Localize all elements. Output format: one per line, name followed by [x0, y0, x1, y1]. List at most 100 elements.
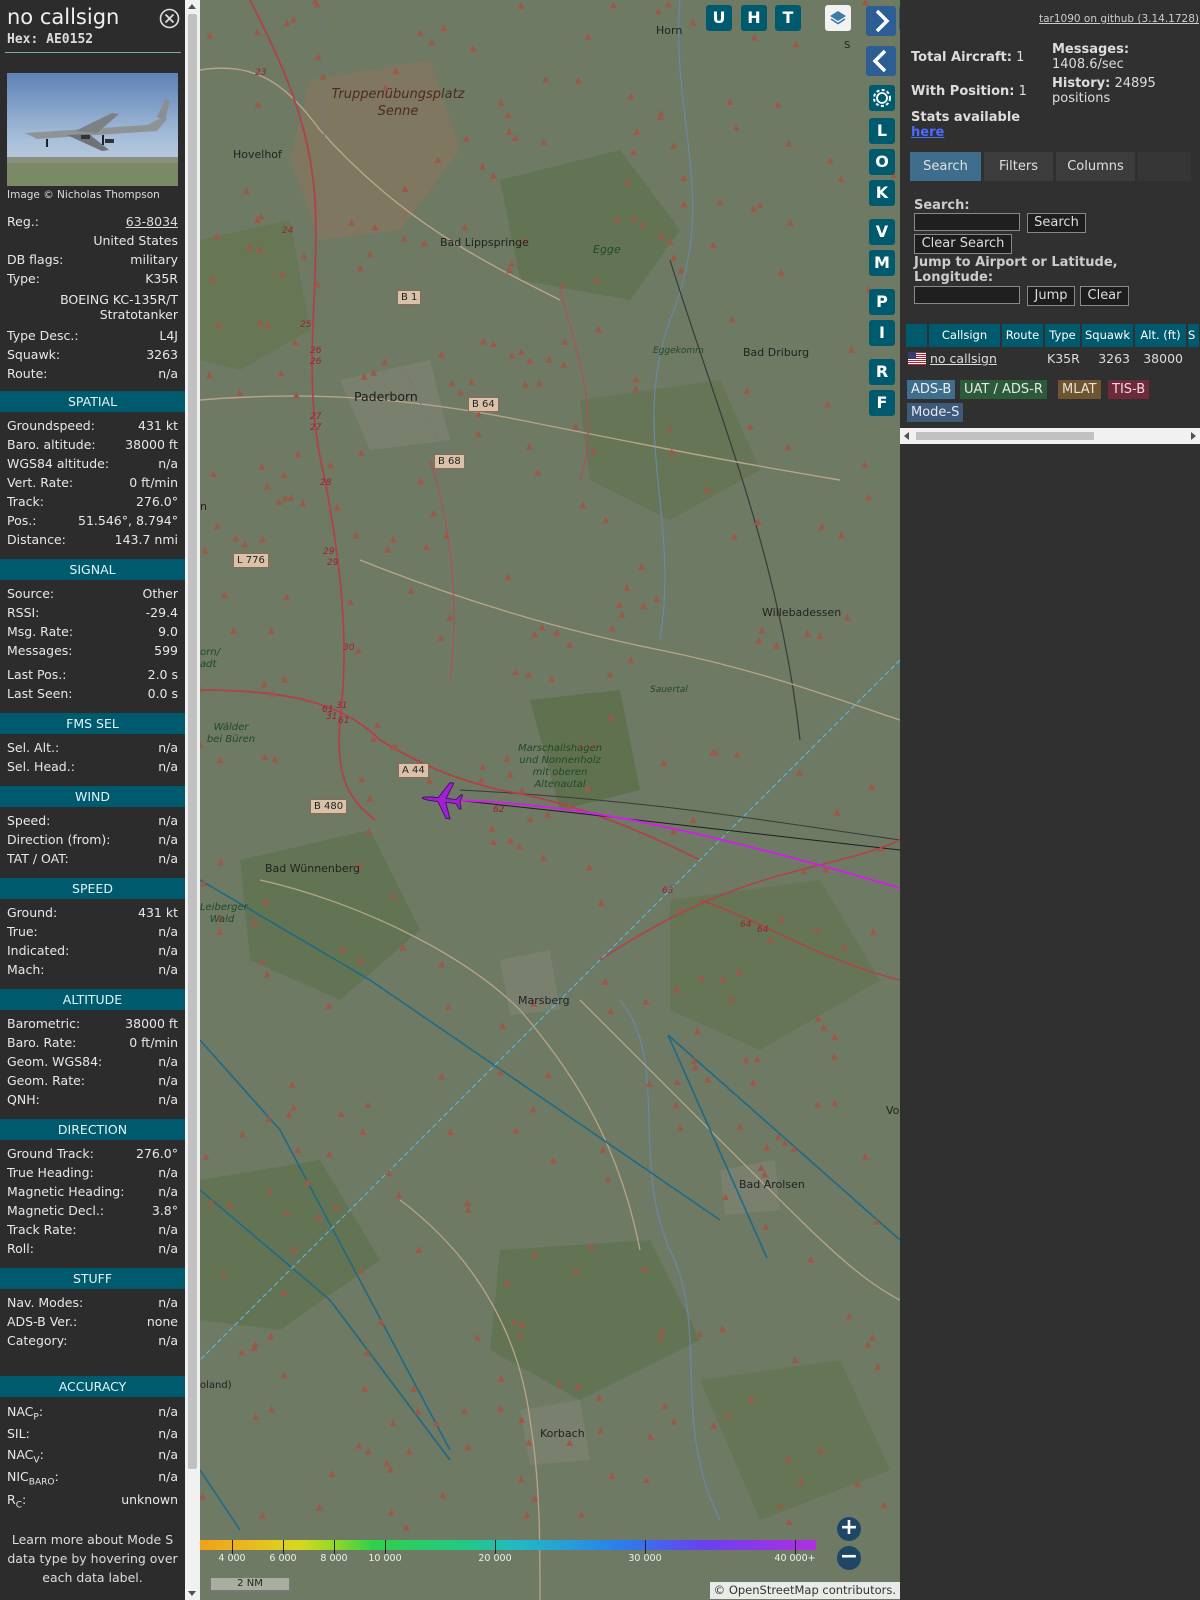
search-input[interactable]: [914, 213, 1020, 231]
map-label-willebadessen: Willebadessen: [762, 606, 842, 619]
zoom-out-button[interactable]: −: [837, 1546, 861, 1570]
layers-button[interactable]: [825, 5, 851, 31]
scroll-right-icon[interactable]: [1191, 432, 1196, 440]
table-header-altitude[interactable]: Alt. (ft): [1135, 324, 1187, 347]
search-button[interactable]: Search: [1027, 213, 1086, 233]
scroll-left-icon[interactable]: [904, 432, 909, 440]
dbflags-label: DB flags:: [7, 252, 64, 267]
speed-row: True: n/a: [7, 924, 178, 943]
dbflags-row: DB flags: military: [7, 252, 178, 271]
signal-label: Msg. Rate:: [7, 624, 74, 639]
altitude-tick: [334, 1540, 335, 1554]
section-wind: WIND: [0, 786, 185, 807]
toggle-m-button[interactable]: M: [869, 250, 895, 276]
rc-value: unknown: [121, 1492, 178, 1507]
toggle-o-button[interactable]: O: [869, 149, 895, 175]
speed-label: True:: [7, 924, 38, 939]
toggle-l-button[interactable]: L: [869, 118, 895, 144]
road-shield-b64: B 64: [468, 397, 499, 412]
scroll-down-icon[interactable]: [188, 1591, 196, 1596]
toggle-u-button[interactable]: U: [706, 5, 732, 31]
toggle-r-button[interactable]: R: [869, 359, 895, 385]
scroll-up-icon[interactable]: [188, 4, 196, 9]
zoom-in-button[interactable]: +: [837, 1517, 861, 1541]
osm-link[interactable]: OpenStreetMap: [729, 1583, 819, 1597]
signal-label: Last Seen:: [7, 686, 73, 701]
toggle-k-button[interactable]: K: [869, 180, 895, 206]
map-label-bad-driburg: Bad Driburg: [743, 346, 810, 359]
jump-button[interactable]: Jump: [1027, 286, 1075, 306]
github-link[interactable]: tar1090 on github (3.14.1728): [1039, 13, 1199, 25]
stats-here-link[interactable]: here: [911, 125, 944, 140]
section-signal: SIGNAL: [0, 559, 185, 580]
road-number-label: 29: [327, 558, 339, 568]
toggle-h-button[interactable]: H: [741, 5, 767, 31]
signal-value: -29.4: [145, 605, 178, 620]
reg-link[interactable]: 63-8034: [126, 214, 178, 229]
fms-row: Sel. Alt.: n/a: [7, 740, 178, 759]
table-horizontal-scrollbar[interactable]: [900, 428, 1200, 444]
row-callsign-link[interactable]: no callsign: [930, 349, 1002, 368]
tab-search[interactable]: Search: [910, 152, 981, 181]
road-number-label: 26: [310, 346, 322, 356]
hex-label: Hex:: [7, 32, 39, 47]
aircraft-photo[interactable]: [7, 73, 178, 186]
spatial-value: 38000 ft: [125, 437, 178, 452]
spatial-value: 51.546°, 8.794°: [78, 513, 178, 528]
nicbaro-label: NICBARO:: [7, 1469, 59, 1488]
selected-callsign: no callsign: [7, 5, 120, 29]
toggle-v-button[interactable]: V: [869, 219, 895, 245]
speed-row: Mach: n/a: [7, 962, 178, 981]
map-label-hovelhof: Hovelhof: [233, 148, 282, 161]
speed-label: Mach:: [7, 962, 45, 977]
road-number-label: 63: [662, 886, 674, 896]
altitude-tick: [645, 1540, 646, 1554]
altitude-value: n/a: [158, 1054, 178, 1069]
jump-input[interactable]: [914, 286, 1020, 304]
altitude-value: 0 ft/min: [129, 1035, 178, 1050]
table-header-type[interactable]: Type: [1045, 324, 1081, 347]
toggle-t-button[interactable]: T: [775, 5, 801, 31]
info-panel-scrollbar[interactable]: [185, 0, 200, 1600]
toggle-f-button[interactable]: F: [869, 390, 895, 416]
settings-button[interactable]: [869, 85, 895, 111]
tab-columns[interactable]: Columns: [1056, 152, 1135, 181]
stuff-label: ADS-B Ver.:: [7, 1314, 78, 1329]
road-shield-a44: A 44: [398, 763, 429, 778]
toggle-p-button[interactable]: P: [869, 289, 895, 315]
speed-row: Indicated: n/a: [7, 943, 178, 962]
wind-label: Speed:: [7, 813, 51, 828]
scroll-thumb[interactable]: [188, 14, 197, 1469]
clear-jump-button[interactable]: Clear: [1080, 286, 1129, 306]
table-header-more[interactable]: S: [1188, 324, 1200, 347]
type-desc-row: Type Desc.: L4J: [7, 328, 178, 347]
section-direction: DIRECTION: [0, 1119, 185, 1140]
tab-filters[interactable]: Filters: [984, 152, 1053, 181]
table-header-squawk[interactable]: Squawk: [1082, 324, 1134, 347]
table-header-callsign[interactable]: Callsign: [929, 324, 1001, 347]
map-view[interactable]: Horn Hovelhof Truppenübungsplatz Senne Ba…: [200, 0, 900, 1600]
direction-label: Track Rate:: [7, 1222, 77, 1237]
spatial-row: Pos.: 51.546°, 8.794°: [7, 513, 178, 532]
expand-sidebar-button[interactable]: [866, 6, 896, 36]
spatial-value: 431 kt: [138, 418, 178, 433]
signal-row: Msg. Rate: 9.0: [7, 624, 178, 643]
signal-row: RSSI: -29.4: [7, 605, 178, 624]
type-full-name: BOEING KC-135R/T Stratotanker: [60, 292, 178, 322]
table-header-route[interactable]: Route: [1002, 324, 1044, 347]
close-icon[interactable]: [159, 8, 180, 29]
stuff-value: none: [146, 1314, 178, 1329]
altitude-label: Baro. Rate:: [7, 1035, 77, 1050]
collapse-sidebar-button[interactable]: [866, 46, 896, 76]
signal-label: RSSI:: [7, 605, 40, 620]
clear-search-button[interactable]: Clear Search: [914, 234, 1012, 254]
h-scroll-thumb[interactable]: [916, 432, 1094, 440]
gear-icon: [873, 89, 891, 107]
altitude-tick-label: 40 000+: [774, 1553, 816, 1564]
map-attribution: © OpenStreetMap contributors.: [709, 1582, 900, 1599]
toggle-i-button[interactable]: I: [869, 320, 895, 346]
direction-row: Ground Track: 276.0°: [7, 1146, 178, 1165]
map-label-marsberg: Marsberg: [518, 994, 570, 1007]
altitude-tick: [283, 1540, 284, 1554]
wind-value: n/a: [158, 851, 178, 866]
